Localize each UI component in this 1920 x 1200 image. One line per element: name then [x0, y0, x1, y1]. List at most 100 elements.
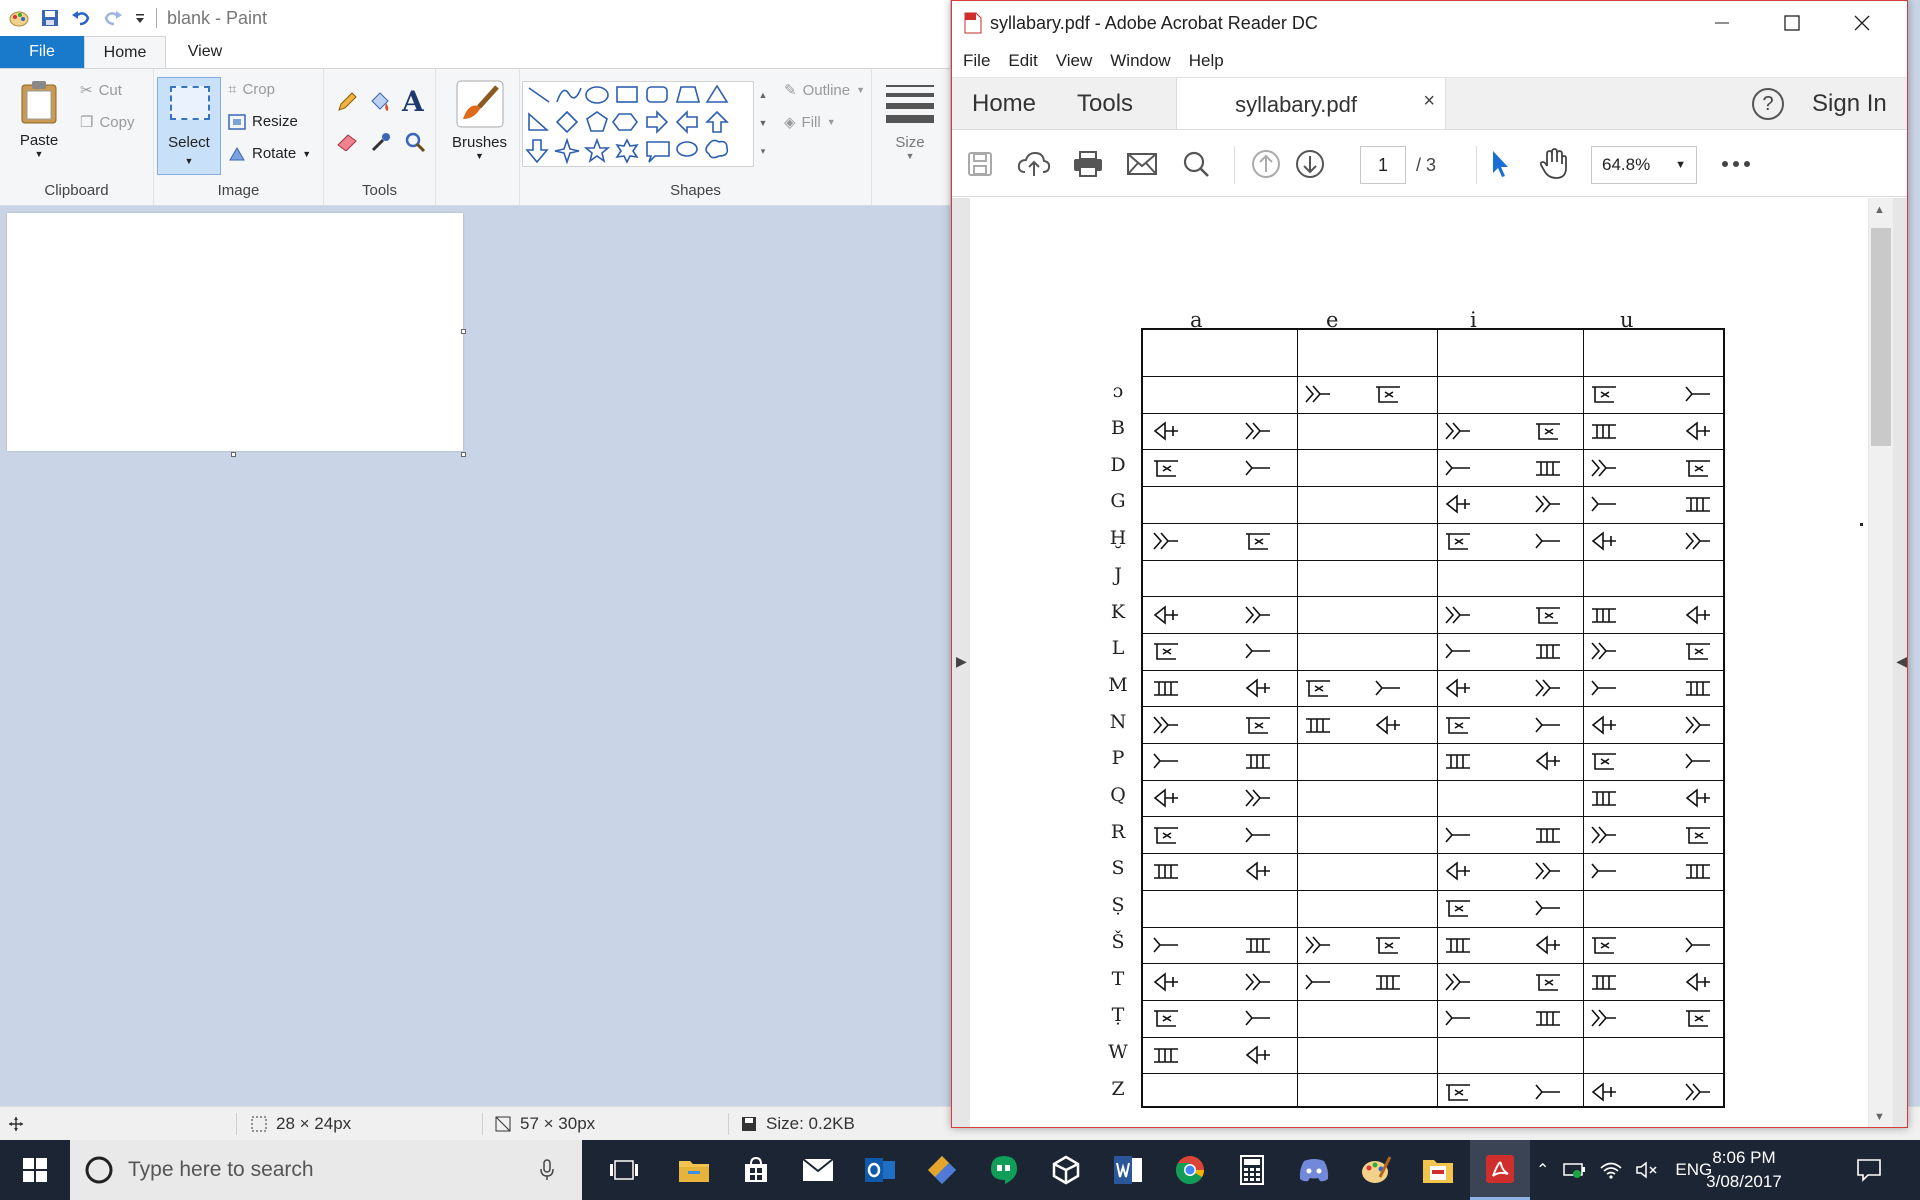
size-button[interactable]: Size ▼: [886, 83, 934, 161]
row-label: Š: [1111, 930, 1125, 953]
cuneiform-glyph-icon: [1535, 900, 1560, 916]
move-cursor-icon: [9, 1117, 23, 1131]
discord-icon[interactable]: [1284, 1140, 1344, 1200]
scroll-down-icon[interactable]: ▼: [1874, 1111, 1885, 1123]
menu-help[interactable]: Help: [1180, 51, 1233, 71]
canvas-resize-handle-corner[interactable]: [461, 452, 466, 457]
cuneiform-glyph-icon: [1445, 494, 1470, 515]
left-panel-toggle-icon[interactable]: ▶: [956, 653, 967, 670]
customize-qa-icon[interactable]: [134, 11, 146, 25]
menu-file[interactable]: File: [954, 51, 999, 71]
start-button[interactable]: [0, 1140, 70, 1200]
microphone-icon[interactable]: [540, 1159, 554, 1181]
menu-view[interactable]: View: [1047, 51, 1102, 71]
paint-canvas[interactable]: [7, 213, 463, 451]
cuneiform-glyph-icon: [1305, 936, 1330, 954]
brushes-button[interactable]: Brushes ▼: [452, 79, 507, 161]
pdf-page[interactable]: a e i u ɔBDGḪJKLMNPQRSṢŠTṬWZ: [970, 198, 1868, 1127]
pdf-file-icon[interactable]: [964, 12, 982, 34]
cuneiform-glyph-icon: [1686, 864, 1710, 880]
eraser-icon[interactable]: [336, 131, 360, 151]
paint-taskbar-icon[interactable]: [1346, 1140, 1406, 1200]
tab-tools[interactable]: Tools: [1077, 78, 1133, 130]
sticky-app-icon[interactable]: [912, 1140, 972, 1200]
hangouts-icon[interactable]: [974, 1140, 1034, 1200]
pdf-folder-icon[interactable]: [1408, 1140, 1468, 1200]
search-icon[interactable]: [1178, 146, 1214, 182]
calculator-icon[interactable]: [1222, 1140, 1282, 1200]
cuneiform-glyph-icon: [1445, 460, 1470, 476]
more-tools-icon[interactable]: [1718, 146, 1754, 182]
wifi-icon[interactable]: [1599, 1160, 1623, 1180]
chrome-icon[interactable]: [1160, 1140, 1220, 1200]
word-icon[interactable]: [1098, 1140, 1158, 1200]
unity-icon[interactable]: [1036, 1140, 1096, 1200]
acrobat-taskbar-icon[interactable]: [1470, 1140, 1530, 1200]
close-tab-icon[interactable]: ×: [1423, 90, 1435, 113]
fill-button[interactable]: ◈ Fill ▼: [784, 113, 836, 132]
save-icon[interactable]: [962, 146, 998, 182]
menu-window[interactable]: Window: [1101, 51, 1179, 71]
upload-cloud-icon[interactable]: [1016, 146, 1052, 182]
battery-icon[interactable]: [1563, 1161, 1587, 1179]
outlook-icon[interactable]: [850, 1140, 910, 1200]
color-picker-icon[interactable]: [370, 131, 392, 153]
magnifier-icon[interactable]: [404, 131, 426, 153]
paste-button[interactable]: Paste ▼: [14, 79, 64, 159]
task-view-icon[interactable]: [594, 1140, 654, 1200]
action-center-icon[interactable]: [1856, 1158, 1882, 1182]
prev-page-icon[interactable]: [1248, 146, 1284, 182]
cuneiform-glyph-icon: [1246, 716, 1270, 734]
rotate-dropdown-icon: ▼: [302, 148, 312, 159]
hand-tool-icon[interactable]: [1536, 146, 1572, 182]
store-icon[interactable]: [726, 1140, 786, 1200]
tab-view[interactable]: View: [180, 36, 230, 68]
volume-muted-icon[interactable]: [1635, 1160, 1659, 1180]
next-page-icon[interactable]: [1292, 146, 1328, 182]
select-button[interactable]: Select ▼: [157, 77, 221, 175]
file-menu-button[interactable]: File: [0, 36, 84, 68]
tab-home[interactable]: Home: [972, 78, 1036, 130]
outline-button[interactable]: ✎ Outline ▼: [784, 81, 865, 100]
email-icon[interactable]: [1124, 146, 1160, 182]
help-icon[interactable]: ?: [1752, 88, 1784, 120]
copy-button[interactable]: ❐ Copy: [80, 113, 134, 132]
page-number-input[interactable]: 1: [1360, 146, 1406, 184]
resize-button[interactable]: Resize: [228, 113, 298, 130]
scrollbar-thumb[interactable]: [1871, 228, 1891, 446]
undo-icon[interactable]: [70, 8, 92, 28]
rotate-button[interactable]: Rotate ▼: [228, 145, 311, 162]
scroll-up-icon[interactable]: ▲: [1874, 204, 1885, 216]
taskbar-clock[interactable]: 8:06 PM 3/08/2017: [1698, 1146, 1790, 1194]
redo-icon[interactable]: [102, 8, 124, 28]
select-cursor-icon[interactable]: [1482, 146, 1518, 182]
row-label: N: [1109, 710, 1127, 733]
paint-app-icon[interactable]: [8, 7, 30, 29]
text-tool-icon[interactable]: A: [402, 85, 424, 118]
tab-home[interactable]: Home: [84, 36, 166, 68]
sign-in-button[interactable]: Sign In: [1812, 78, 1887, 130]
vertical-scrollbar[interactable]: ▲ ▼: [1869, 198, 1893, 1127]
close-window-button[interactable]: [1827, 1, 1897, 45]
canvas-resize-handle-bottom[interactable]: [231, 452, 236, 457]
menu-edit[interactable]: Edit: [999, 51, 1046, 71]
maximize-button[interactable]: [1757, 1, 1827, 45]
canvas-resize-handle-right[interactable]: [461, 329, 466, 334]
tab-document[interactable]: syllabary.pdf ×: [1176, 78, 1446, 131]
right-panel-toggle-icon[interactable]: ◀: [1896, 653, 1907, 670]
file-explorer-icon[interactable]: [664, 1140, 724, 1200]
pencil-icon[interactable]: [336, 91, 358, 113]
minimize-button[interactable]: [1687, 1, 1757, 45]
print-icon[interactable]: [1070, 146, 1106, 182]
mail-icon[interactable]: [788, 1140, 848, 1200]
shapes-gallery-icons[interactable]: [523, 82, 753, 166]
show-hidden-icons[interactable]: ⌃: [1536, 1160, 1549, 1180]
clipboard-group: Paste ▼ ✂ Cut ❐ Copy Clipboard: [0, 69, 154, 205]
shapes-scroll[interactable]: ▲ ▼ ▾: [756, 81, 770, 167]
fill-bucket-icon[interactable]: [368, 91, 392, 113]
crop-button[interactable]: ⌗ Crop: [228, 81, 275, 98]
taskbar-search-box[interactable]: Type here to search: [70, 1140, 582, 1200]
zoom-select[interactable]: 64.8% ▼: [1591, 146, 1697, 184]
save-icon[interactable]: [40, 8, 60, 28]
cut-button[interactable]: ✂ Cut: [80, 81, 122, 100]
